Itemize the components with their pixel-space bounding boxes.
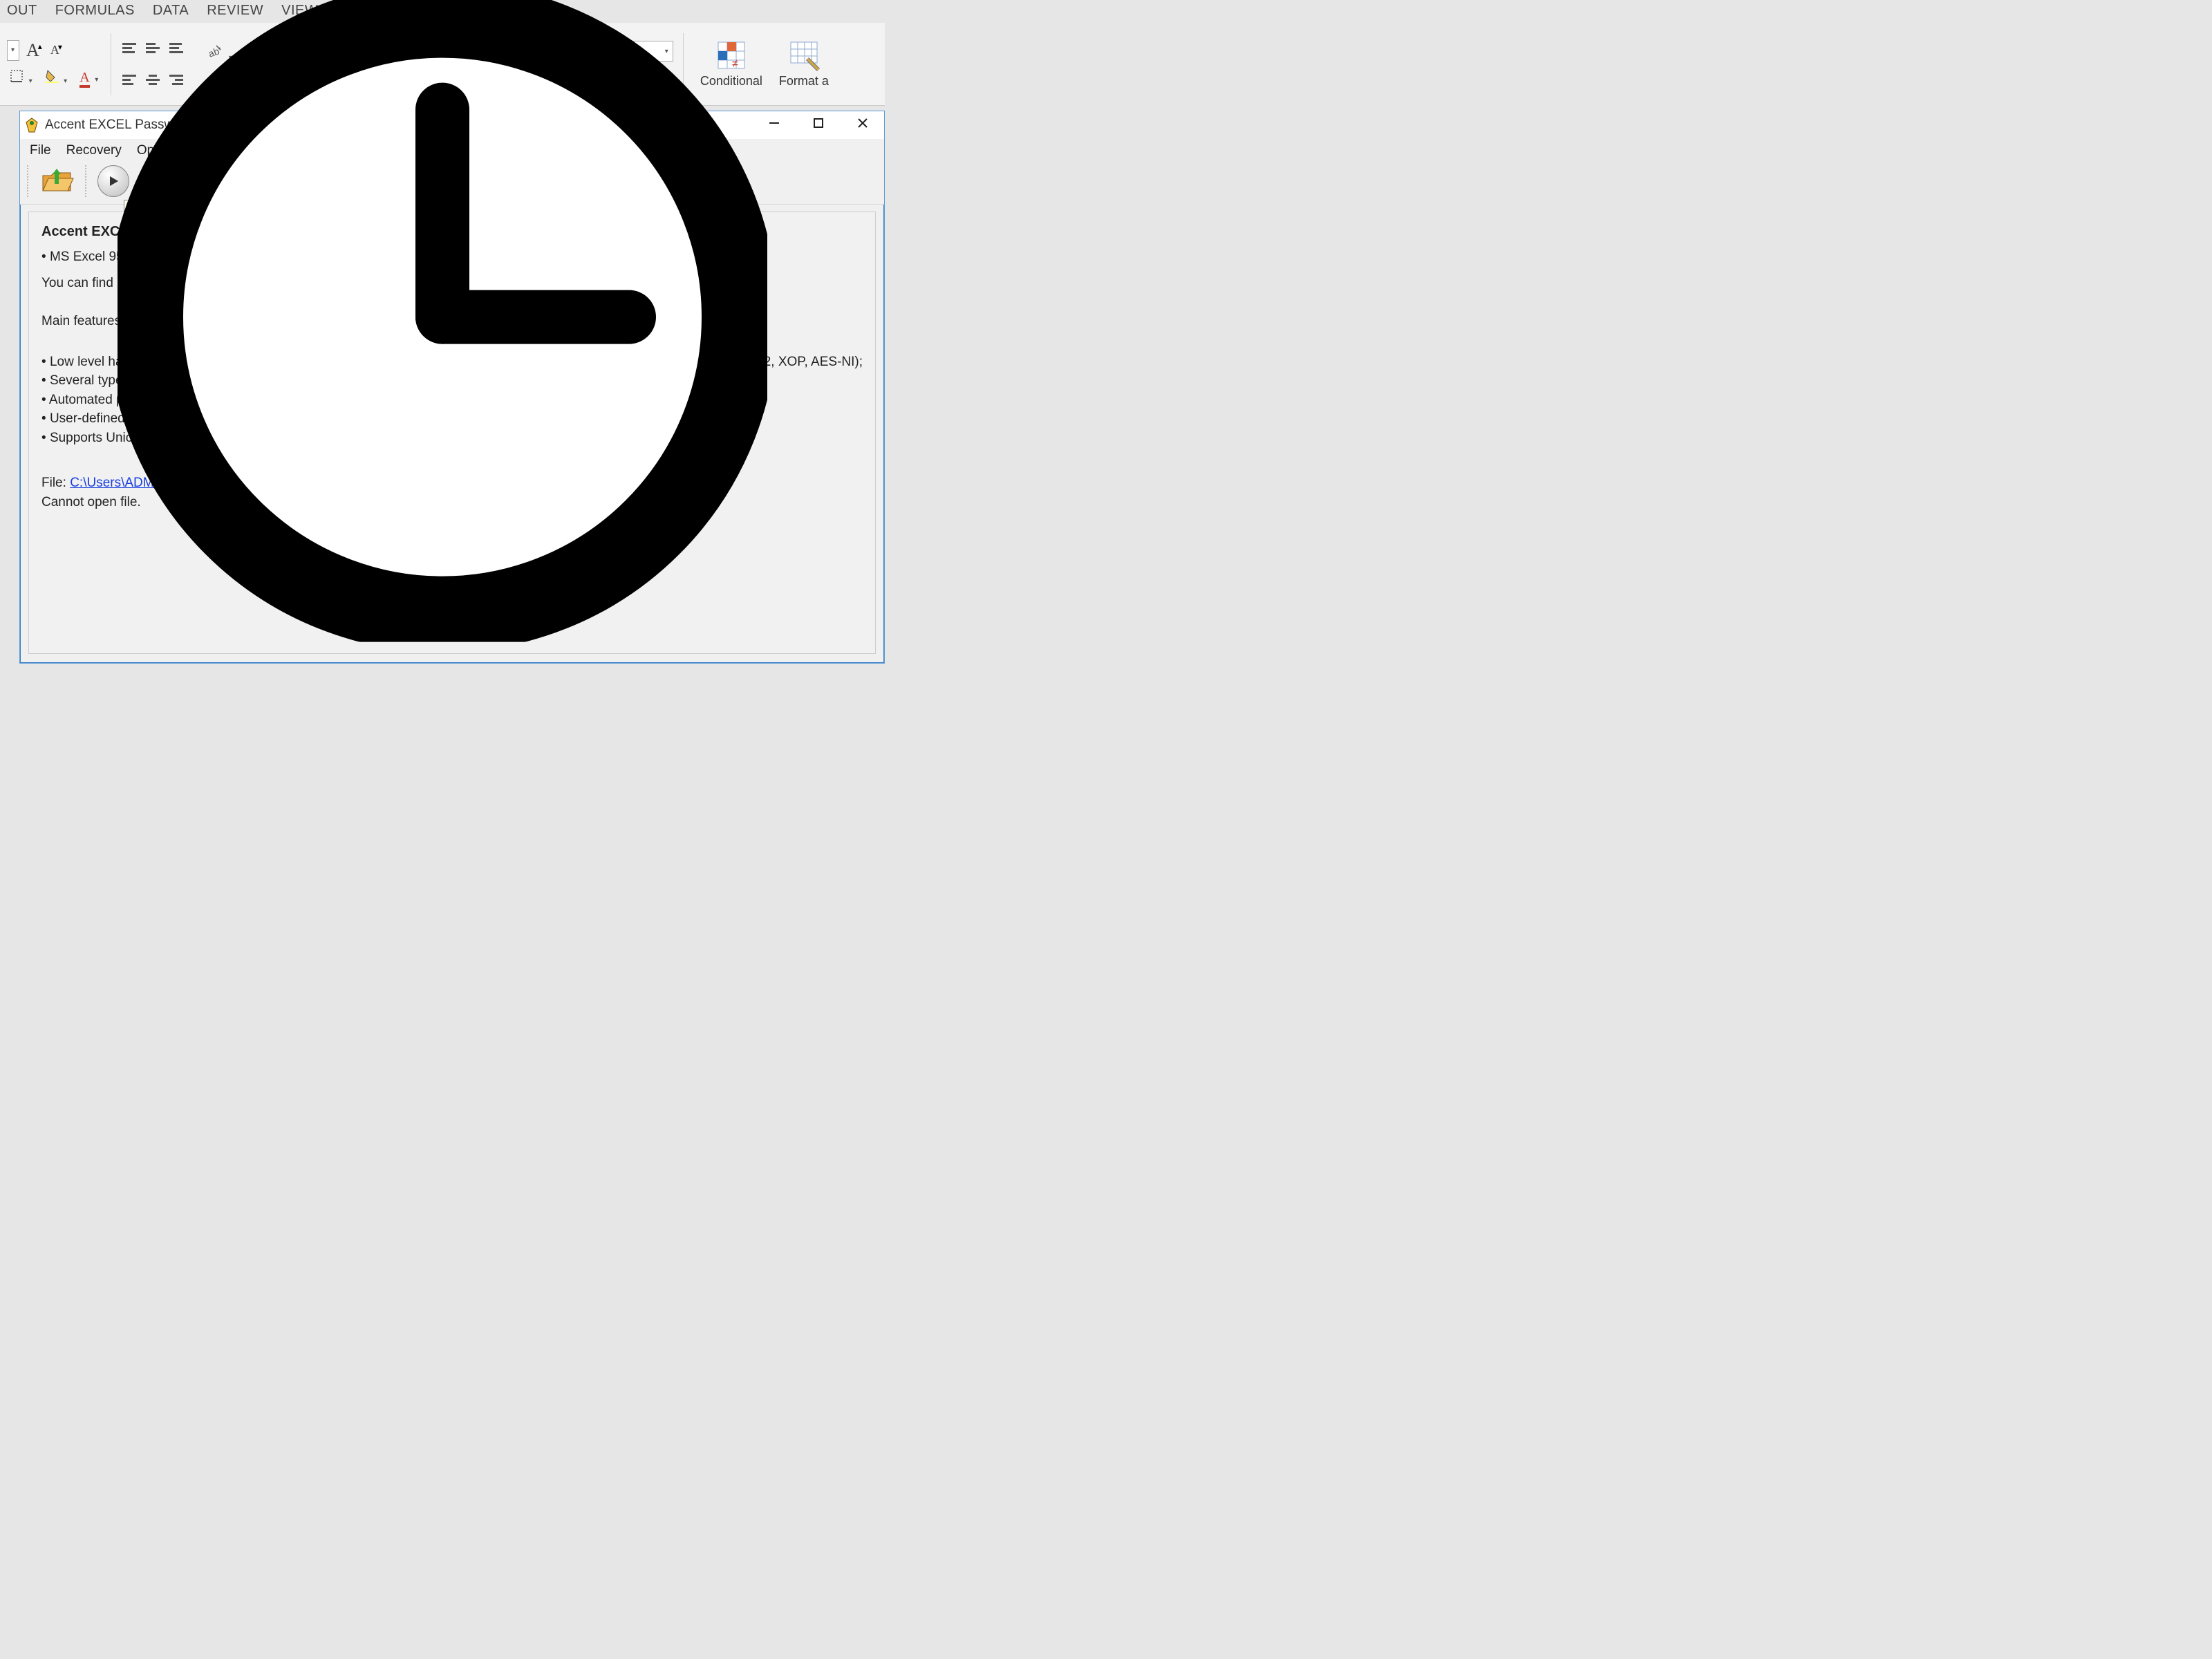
- svg-text:.00: .00: [545, 75, 555, 83]
- group-divider-2: [683, 33, 684, 95]
- conditional-formatting-icon: ≠: [715, 39, 747, 71]
- open-folder-icon: [40, 166, 75, 196]
- accent-content-panel: Accent EXCEL MS Excel 95- You can find m…: [28, 212, 876, 654]
- ribbon-tab-layout[interactable]: OUT: [7, 3, 37, 19]
- border-icon[interactable]: ▾: [7, 68, 35, 88]
- open-file-button[interactable]: [39, 165, 75, 197]
- align-center-icon[interactable]: [144, 73, 161, 86]
- accent-titlebar[interactable]: Accent EXCEL Passw: [20, 111, 884, 139]
- tooltip: St: [124, 200, 147, 218]
- minimize-icon: [768, 117, 780, 129]
- align-bottom-icon[interactable]: [168, 41, 185, 65]
- feature-item: User-defined sets o: [41, 409, 863, 429]
- align-right-icon[interactable]: [168, 73, 185, 86]
- menu-options[interactable]: Opt: [137, 143, 158, 158]
- number-group: ▾ .0 .00 .00.0: [535, 41, 673, 87]
- file-label: File:: [41, 476, 70, 490]
- content-find-line: You can find m: [41, 274, 863, 293]
- accent-window-title: Accent EXCEL Passw: [45, 118, 174, 133]
- conditional-formatting-button[interactable]: ≠ Conditional: [700, 39, 762, 88]
- toolbar-separator: [85, 165, 88, 197]
- error-line: Cannot open file.: [41, 493, 863, 512]
- svg-text:.0: .0: [535, 71, 541, 79]
- decrease-decimal-icon[interactable]: .00.0: [570, 68, 593, 87]
- format-as-table-button[interactable]: Format a: [779, 39, 829, 88]
- stop-button[interactable]: [139, 165, 171, 197]
- orientation-icon[interactable]: ab ▾: [204, 41, 235, 65]
- accent-toolbar: St: [20, 162, 884, 205]
- close-button[interactable]: [851, 117, 874, 133]
- feature-item: Automated passw: [41, 391, 863, 410]
- feature-rhs-fragment: X2, XOP, AES-NI);: [755, 353, 863, 372]
- styles-group: ≠ Conditional Format a: [700, 39, 829, 88]
- accent-menubar: File Recovery Opt: [20, 139, 884, 162]
- file-path-link[interactable]: C:\Users\ADMIN\Deskt: [70, 476, 204, 490]
- font-group: ▾ A▴ A▾ ▾ ▾ A ▾: [7, 40, 101, 88]
- play-icon: [107, 175, 120, 187]
- ribbon-body: ▾ A▴ A▾ ▾ ▾ A ▾: [0, 23, 885, 106]
- start-button[interactable]: [97, 165, 129, 197]
- increase-font-icon[interactable]: A▴: [26, 40, 44, 61]
- ribbon-tab-review[interactable]: REVIEW: [207, 3, 263, 19]
- font-size-select[interactable]: ▾: [7, 40, 19, 61]
- align-left-icon[interactable]: [121, 73, 138, 86]
- alignment-group: ab ▾: [121, 41, 235, 86]
- ribbon-tab-data[interactable]: DATA: [153, 3, 189, 19]
- toolbar-grip: [27, 165, 30, 197]
- content-features-heading: Main features a: [41, 312, 863, 331]
- font-color-icon[interactable]: A ▾: [77, 68, 101, 87]
- fill-color-icon[interactable]: ▾: [42, 68, 71, 88]
- svg-text:≠: ≠: [732, 58, 738, 70]
- feature-text-0: Low level hand: [50, 355, 138, 369]
- align-middle-icon[interactable]: [144, 41, 161, 65]
- close-icon: [856, 117, 869, 129]
- accent-logo-icon: [24, 118, 39, 133]
- ribbon-tab-view[interactable]: VIEW: [281, 3, 318, 19]
- align-top-icon[interactable]: [121, 41, 138, 65]
- minimize-button[interactable]: [762, 117, 786, 133]
- menu-recovery[interactable]: Recovery: [66, 143, 122, 158]
- menu-file[interactable]: File: [30, 143, 51, 158]
- accent-window: Accent EXCEL Passw File Recovery Opt: [19, 111, 885, 664]
- number-format-select[interactable]: ▾: [535, 41, 673, 62]
- format-table-icon: [788, 39, 820, 71]
- format-table-label: Format a: [779, 74, 829, 88]
- feature-item: Several types of: [41, 371, 863, 391]
- content-heading: Accent EXCEL: [41, 222, 863, 242]
- svg-text:.00: .00: [570, 71, 580, 79]
- decrease-font-icon[interactable]: A▾: [50, 43, 64, 57]
- content-bullet-1: MS Excel 95-: [41, 247, 863, 267]
- features-list: Low level hand X2, XOP, AES-NI); Several…: [41, 353, 863, 448]
- ribbon-tabs: OUT FORMULAS DATA REVIEW VIEW: [0, 0, 885, 23]
- maximize-button[interactable]: [807, 117, 830, 133]
- increase-decimal-icon[interactable]: .0 .00: [535, 68, 559, 87]
- maximize-icon: [812, 117, 825, 129]
- conditional-label: Conditional: [700, 74, 762, 88]
- window-controls: [762, 117, 880, 133]
- feature-item: Low level hand X2, XOP, AES-NI);: [41, 353, 863, 372]
- file-line: File: C:\Users\ADMIN\Deskt: [41, 474, 863, 493]
- ribbon-tab-formulas[interactable]: FORMULAS: [55, 3, 135, 19]
- feature-item: Supports Unicode an: [41, 429, 863, 448]
